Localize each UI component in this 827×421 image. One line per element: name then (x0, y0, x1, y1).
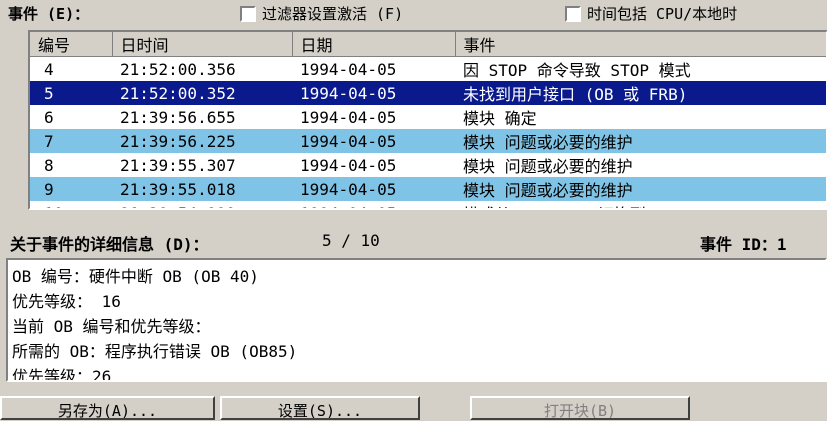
cell-number: 4 (44, 59, 54, 79)
cell-date: 1994-04-05 (292, 177, 455, 201)
table-row[interactable]: 9 21:39:55.018 1994-04-05 模块 问题或必要的维护 (30, 177, 826, 201)
events-toolbar: 事件 (E)： 过滤器设置激活 (F) 时间包括 CPU/本地时 (0, 0, 827, 28)
details-label: 关于事件的详细信息 (D)： (10, 235, 209, 254)
table-row[interactable]: 6 21:39:56.655 1994-04-05 模块 确定 (30, 105, 826, 129)
checkbox-box[interactable] (240, 5, 256, 22)
cell-date: 1994-04-05 (292, 81, 455, 105)
cell-event: 模块 确定 (463, 109, 537, 128)
cell-time: 21:39:54.999 (112, 201, 292, 209)
cell-number: 9 (30, 177, 112, 201)
detail-line: OB 编号：硬件中断 OB (OB 40) (12, 267, 259, 286)
details-header: 关于事件的详细信息 (D)： 5 / 10 事件 ID：1 (0, 228, 827, 254)
cell-number: 6 (44, 107, 54, 127)
cell-event: 模块 问题或必要的维护 (455, 129, 826, 153)
table-header: 编号 日时间 日期 事件 (30, 32, 826, 57)
cell-time: 21:39:55.307 (120, 155, 236, 175)
column-header-time[interactable]: 日时间 (112, 32, 293, 57)
event-index: 5 / 10 (322, 231, 380, 250)
detail-line: 优先等级： 16 (12, 292, 121, 311)
cell-date: 1994-04-05 (300, 107, 397, 127)
cell-time: 21:39:55.018 (112, 177, 292, 201)
column-header-event[interactable]: 事件 (455, 32, 826, 57)
cell-date: 1994-04-05 (300, 155, 397, 175)
cell-date: 1994-04-05 (292, 129, 455, 153)
cell-time: 21:52:00.356 (120, 59, 236, 79)
cell-date: 1994-04-05 (300, 59, 397, 79)
detail-line: 优先等级：26 (12, 367, 112, 382)
cell-time: 21:39:56.225 (112, 129, 292, 153)
checkbox-box[interactable] (565, 5, 581, 22)
time-cpu-checkbox[interactable]: 时间包括 CPU/本地时 (565, 3, 737, 24)
table-row-selected[interactable]: 5 21:52:00.352 1994-04-05 未找到用户接口 (OB 或 … (30, 81, 826, 105)
event-details-panel[interactable]: OB 编号：硬件中断 OB (OB 40) 优先等级： 16 当前 OB 编号和… (6, 258, 827, 382)
table-row[interactable]: 4 21:52:00.356 1994-04-05 因 STOP 命令导致 ST… (30, 57, 826, 82)
detail-line: 所需的 OB：程序执行错误 OB (OB85) (12, 342, 298, 361)
open-block-button[interactable]: 打开块(B) (470, 396, 690, 420)
events-table[interactable]: 编号 日时间 日期 事件 4 21:52:00.356 1994-04-05 因… (28, 30, 827, 210)
cell-event: 未找到用户接口 (OB 或 FRB) (455, 81, 826, 105)
cell-event: 模式从 STARTUP 切换到 RUN (455, 201, 826, 208)
cell-event: 模块 问题或必要的维护 (463, 157, 633, 176)
cell-event: 模块 问题或必要的维护 (455, 177, 826, 201)
cell-date: 1994-04-05 (292, 201, 455, 209)
cell-time: 21:52:00.352 (112, 81, 292, 105)
cell-number: 7 (30, 129, 112, 153)
events-label: 事件 (E)： (8, 5, 90, 23)
detail-line: 当前 OB 编号和优先等级： (12, 317, 211, 336)
table-row[interactable]: 7 21:39:56.225 1994-04-05 模块 问题或必要的维护 (30, 129, 826, 153)
save-as-button[interactable]: 另存为(A)... (0, 396, 215, 420)
cell-number: 5 (30, 81, 112, 105)
event-id: 事件 ID：1 (700, 235, 787, 254)
column-header-number[interactable]: 编号 (30, 32, 113, 57)
button-row: 另存为(A)... 设置(S)... 打开块(B) (0, 396, 827, 420)
table-row[interactable]: 10 21:39:54.999 1994-04-05 模式从 STARTUP 切… (30, 201, 826, 209)
filter-checkbox-label: 过滤器设置激活 (F) (262, 5, 404, 23)
table-row[interactable]: 8 21:39:55.307 1994-04-05 模块 问题或必要的维护 (30, 153, 826, 177)
time-cpu-checkbox-label: 时间包括 CPU/本地时 (587, 5, 738, 23)
cell-event: 因 STOP 命令导致 STOP 模式 (463, 61, 691, 80)
cell-number: 8 (44, 155, 54, 175)
filter-checkbox[interactable]: 过滤器设置激活 (F) (240, 3, 403, 24)
column-header-date[interactable]: 日期 (292, 32, 456, 57)
cell-number: 10 (30, 201, 112, 209)
cell-time: 21:39:56.655 (120, 107, 236, 127)
settings-button[interactable]: 设置(S)... (220, 396, 420, 420)
